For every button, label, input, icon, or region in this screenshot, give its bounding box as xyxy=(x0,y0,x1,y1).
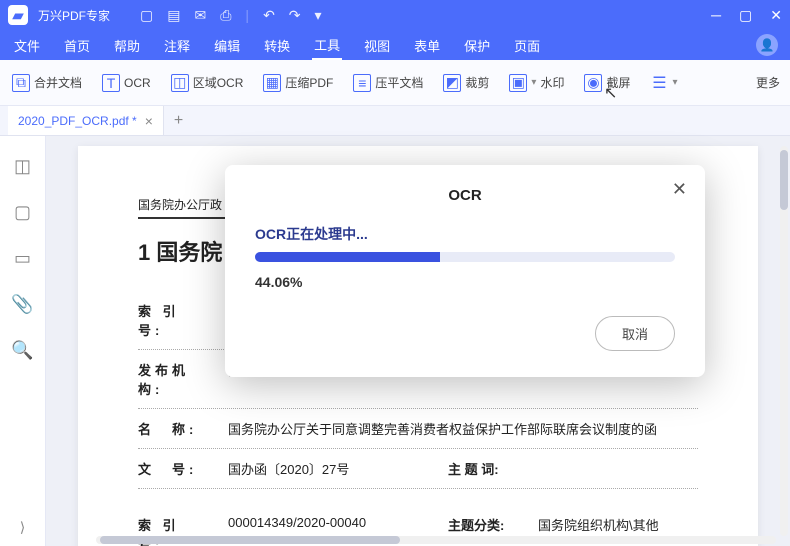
save-icon[interactable]: ▤ xyxy=(167,7,180,24)
app-name: 万兴PDF专家 xyxy=(38,7,110,24)
scrollbar-thumb[interactable] xyxy=(100,536,400,544)
menu-home[interactable]: 首页 xyxy=(62,32,92,59)
menu-convert[interactable]: 转换 xyxy=(262,32,292,59)
more-tools-button[interactable]: 更多 xyxy=(756,74,780,91)
merge-label: 合并文档 xyxy=(34,74,82,91)
compress-icon: ▦ xyxy=(263,74,281,92)
more-label: 更多 xyxy=(756,74,780,91)
crop-icon: ◩ xyxy=(443,74,461,92)
title-bar: ▰ 万兴PDF专家 ▢ ▤ ✉ ⎙ | ↶ ↷ ▾ ─ ▢ ✕ xyxy=(0,0,790,30)
progress-bar-fill xyxy=(255,252,440,262)
screenshot-label: 截屏 xyxy=(606,74,630,91)
watermark-label: 水印 xyxy=(540,74,564,91)
watermark-button[interactable]: ▣ ▾ 水印 xyxy=(507,70,566,96)
ocr-icon: T xyxy=(102,74,120,92)
area-ocr-icon: ◫ xyxy=(171,74,189,92)
name-value: 国务院办公厅关于同意调整完善消费者权益保护工作部际联席会议制度的函 xyxy=(228,419,698,438)
ocr-button[interactable]: T OCR xyxy=(100,70,153,96)
ocr-status-text: OCR正在处理中... xyxy=(255,224,675,244)
bookmark-icon[interactable]: ▢ xyxy=(13,202,33,222)
maximize-button[interactable]: ▢ xyxy=(739,7,752,24)
menu-file[interactable]: 文件 xyxy=(12,32,42,59)
left-sidebar: ◫ ▢ ▭ 📎 🔍 ⟩ xyxy=(0,136,46,546)
topic-value xyxy=(538,459,698,478)
merge-icon: ⧉ xyxy=(12,74,30,92)
add-tab-button[interactable]: + xyxy=(164,112,193,130)
attachment-icon[interactable]: 📎 xyxy=(13,294,33,314)
area-ocr-label: 区域OCR xyxy=(193,74,244,91)
crop-button[interactable]: ◩裁剪 xyxy=(441,70,491,96)
progress-bar xyxy=(255,252,675,262)
tab-title: 2020_PDF_OCR.pdf * xyxy=(18,114,137,128)
index-label: 索 引 号: xyxy=(138,301,208,339)
window-controls: ─ ▢ ✕ xyxy=(711,7,782,24)
tab-close-button[interactable]: × xyxy=(145,113,153,129)
menu-page[interactable]: 页面 xyxy=(512,32,542,59)
merge-documents-button[interactable]: ⧉合并文档 xyxy=(10,70,84,96)
flatten-label: 压平文档 xyxy=(375,74,423,91)
flatten-button[interactable]: ≡压平文档 xyxy=(351,70,425,96)
chevron-down-icon: ▾ xyxy=(531,77,536,88)
mail-icon[interactable]: ✉ xyxy=(194,7,206,24)
docnum-label: 文 号: xyxy=(138,459,208,478)
topic-label: 主 题 词: xyxy=(448,459,518,478)
chevron-down-icon: ▾ xyxy=(672,77,677,88)
crop-label: 裁剪 xyxy=(465,74,489,91)
watermark-icon: ▣ xyxy=(509,74,527,92)
area-ocr-button[interactable]: ◫区域OCR xyxy=(169,70,246,96)
camera-icon: ◉ xyxy=(584,74,602,92)
page-header-left: 国务院办公厅政 xyxy=(138,196,222,213)
ribbon-toolbar: ⧉合并文档 TOCR ◫区域OCR ▦压缩PDF ≡压平文档 ◩裁剪 ▣▾水印 … xyxy=(0,60,790,106)
scrollbar-thumb[interactable] xyxy=(780,150,788,210)
ocr-progress-dialog: ✕ OCR OCR正在处理中... 44.06% 取消 xyxy=(225,165,705,377)
app-logo-icon: ▰ xyxy=(8,5,28,25)
menu-annotate[interactable]: 注释 xyxy=(162,32,192,59)
flatten-icon: ≡ xyxy=(353,74,371,92)
compress-label: 压缩PDF xyxy=(285,74,333,91)
cancel-button[interactable]: 取消 xyxy=(595,316,675,351)
document-tab[interactable]: 2020_PDF_OCR.pdf * × xyxy=(8,106,164,135)
menu-tools[interactable]: 工具 xyxy=(312,31,342,60)
screenshot-button[interactable]: ◉截屏 xyxy=(582,70,632,96)
collapse-sidebar-icon[interactable]: ⟩ xyxy=(20,519,25,536)
ocr-label: OCR xyxy=(124,76,151,90)
dialog-title: OCR xyxy=(255,187,675,204)
menu-bar: 文件 首页 帮助 注释 编辑 转换 工具 视图 表单 保护 页面 👤 xyxy=(0,30,790,60)
dropdown-icon[interactable]: ▾ xyxy=(315,7,322,24)
name-label: 名 称: xyxy=(138,419,208,438)
divider: | xyxy=(245,7,249,23)
search-icon[interactable]: 🔍 xyxy=(13,340,33,360)
print-icon[interactable]: ⎙ xyxy=(220,7,231,24)
dialog-close-button[interactable]: ✕ xyxy=(672,179,687,200)
compress-pdf-button[interactable]: ▦压缩PDF xyxy=(261,70,335,96)
undo-icon[interactable]: ↶ xyxy=(263,7,275,24)
menu-view[interactable]: 视图 xyxy=(362,32,392,59)
progress-percent: 44.06% xyxy=(255,274,675,290)
publisher-label: 发布机构: xyxy=(138,360,208,398)
close-button[interactable]: ✕ xyxy=(770,7,782,24)
minimize-button[interactable]: ─ xyxy=(711,7,721,24)
redo-icon[interactable]: ↷ xyxy=(289,7,301,24)
vertical-scrollbar[interactable] xyxy=(780,146,788,536)
menu-help[interactable]: 帮助 xyxy=(112,32,142,59)
comments-icon[interactable]: ▭ xyxy=(13,248,33,268)
horizontal-scrollbar[interactable] xyxy=(96,536,776,544)
list-icon: ☰ xyxy=(650,74,668,92)
thumbnails-icon[interactable]: ◫ xyxy=(13,156,33,176)
menu-edit[interactable]: 编辑 xyxy=(212,32,242,59)
menu-form[interactable]: 表单 xyxy=(412,32,442,59)
document-tab-bar: 2020_PDF_OCR.pdf * × + xyxy=(0,106,790,136)
user-avatar-icon[interactable]: 👤 xyxy=(756,34,778,56)
menu-protect[interactable]: 保护 xyxy=(462,32,492,59)
open-icon[interactable]: ▢ xyxy=(140,7,153,24)
list-view-button[interactable]: ☰▾ xyxy=(648,70,679,96)
quick-access-toolbar: ▢ ▤ ✉ ⎙ | ↶ ↷ ▾ xyxy=(140,7,322,24)
docnum-value: 国办函〔2020〕27号 xyxy=(228,459,418,478)
